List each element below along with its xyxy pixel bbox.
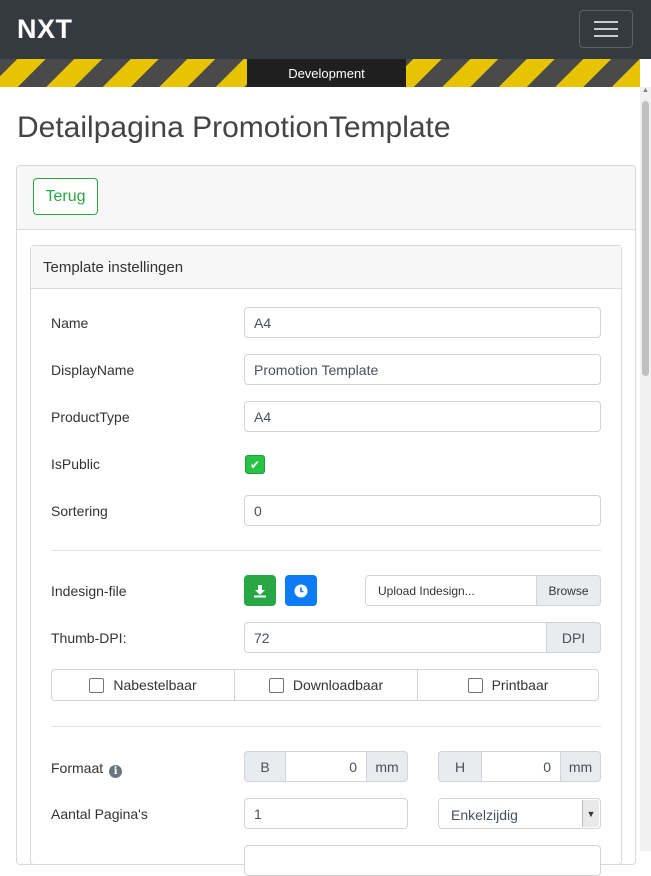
width-unit: mm — [366, 751, 408, 782]
template-settings-header: Template instellingen — [31, 246, 621, 289]
brand-logo[interactable]: NXT — [17, 14, 73, 45]
top-navbar: NXT — [0, 0, 651, 59]
is-public-checkbox[interactable]: ✔ — [245, 455, 265, 474]
name-field[interactable]: A4 — [244, 307, 601, 338]
thumb-dpi-field[interactable]: 72 — [244, 622, 549, 653]
scroll-thumb[interactable] — [642, 101, 649, 376]
clock-icon — [294, 584, 308, 597]
scroll-up-icon[interactable]: ▲ — [642, 87, 649, 94]
width-field[interactable]: 0 — [285, 751, 367, 782]
formaat-label: Formaat i — [51, 760, 123, 778]
panel-title: Template instellingen — [43, 259, 184, 276]
pages-field[interactable]: 1 — [244, 798, 408, 829]
chevron-down-icon: ▼ — [582, 800, 599, 827]
width-prefix: B — [244, 751, 286, 782]
product-type-field[interactable]: A4 — [244, 401, 601, 432]
upload-placeholder: Upload Indesign... — [378, 584, 475, 598]
sided-select-value: Enkelzijdig — [451, 807, 518, 823]
history-button[interactable] — [285, 575, 317, 606]
display-name-field[interactable]: Promotion Template — [244, 354, 601, 385]
detail-card-header: Terug — [17, 166, 635, 230]
page-title: Detailpagina PromotionTemplate — [17, 111, 451, 144]
pages-label: Aantal Pagina's — [51, 806, 148, 822]
option-printbaar[interactable]: Printbaar — [418, 670, 598, 700]
info-icon[interactable]: i — [109, 765, 123, 778]
option-label: Printbaar — [491, 677, 549, 693]
option-label: Downloadbaar — [292, 677, 384, 693]
option-label: Nabestelbaar — [113, 677, 197, 693]
section-divider — [51, 726, 601, 727]
indesign-file-label: Indesign-file — [51, 583, 127, 599]
checkmark-icon: ✔ — [249, 457, 261, 472]
indesign-upload-input[interactable]: Upload Indesign... Browse — [365, 575, 601, 606]
dpi-unit-addon: DPI — [546, 622, 601, 653]
height-prefix: H — [438, 751, 482, 782]
is-public-label: IsPublic — [51, 456, 101, 472]
display-name-label: DisplayName — [51, 362, 135, 378]
sided-select[interactable]: Enkelzijdig ▼ — [438, 798, 601, 829]
sortering-field[interactable]: 0 — [244, 495, 601, 526]
nabestelbaar-checkbox[interactable] — [89, 677, 105, 693]
section-divider — [51, 550, 601, 551]
downloadbaar-checkbox[interactable] — [268, 677, 284, 693]
name-label: Name — [51, 315, 89, 331]
sortering-label: Sortering — [51, 503, 108, 519]
hamburger-menu-icon[interactable] — [579, 10, 633, 48]
environment-badge: Development — [247, 59, 406, 87]
back-button[interactable]: Terug — [33, 178, 98, 215]
browse-button[interactable]: Browse — [536, 576, 600, 605]
next-field[interactable] — [244, 845, 601, 876]
options-group: Nabestelbaar Downloadbaar Printbaar — [51, 669, 599, 701]
printbaar-checkbox[interactable] — [467, 677, 483, 693]
page-scrollbar[interactable]: ▲ — [640, 87, 651, 851]
formaat-label-text: Formaat — [51, 760, 104, 776]
height-unit: mm — [560, 751, 601, 782]
height-field[interactable]: 0 — [481, 751, 561, 782]
product-type-label: ProductType — [51, 409, 130, 425]
option-downloadbaar[interactable]: Downloadbaar — [235, 670, 417, 700]
download-button[interactable] — [244, 575, 276, 606]
download-icon — [254, 584, 266, 597]
option-nabestelbaar[interactable]: Nabestelbaar — [52, 670, 234, 700]
thumb-dpi-label: Thumb-DPI: — [51, 630, 127, 646]
